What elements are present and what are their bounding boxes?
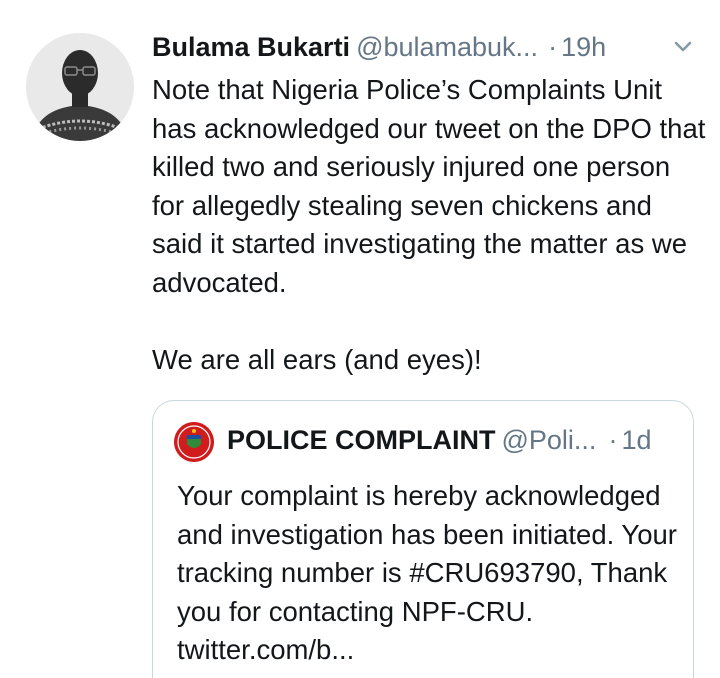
user-avatar-icon[interactable] [26, 33, 134, 141]
tweet-timestamp[interactable]: 19h [561, 32, 606, 62]
chevron-down-icon[interactable] [670, 34, 696, 60]
separator-dot: · [608, 425, 618, 455]
tweet-paragraph-1: Note that Nigeria Police’s Complaints Un… [152, 74, 706, 298]
author-name[interactable]: Bulama Bukarti [152, 32, 350, 62]
author-handle[interactable]: @bulamabuk... [356, 32, 538, 62]
quoted-tweet-timestamp[interactable]: 1d [621, 425, 651, 455]
quoted-author-name[interactable]: POLICE COMPLAINT [227, 425, 496, 455]
separator-dot: · [548, 32, 558, 62]
police-logo-icon[interactable] [174, 422, 214, 462]
tweet-paragraph-2: We are all ears (and eyes)! [152, 343, 482, 375]
tweet-text: Note that Nigeria Police’s Complaints Un… [152, 71, 707, 379]
quoted-tweet-text: Your complaint is hereby acknowledged an… [177, 480, 677, 665]
tweet[interactable]: Bulama Bukarti @bulamabuk... · 19h Note tha… [0, 0, 720, 678]
tweet-header: Bulama Bukarti @bulamabuk... · 19h [152, 27, 712, 67]
quoted-author-handle[interactable]: @Poli... [502, 425, 597, 455]
quoted-tweet-card[interactable]: POLICE COMPLAINT @Poli... · 1d Your complai… [152, 400, 694, 678]
quoted-tweet-header: POLICE COMPLAINT @Poli... · 1d [227, 420, 687, 460]
